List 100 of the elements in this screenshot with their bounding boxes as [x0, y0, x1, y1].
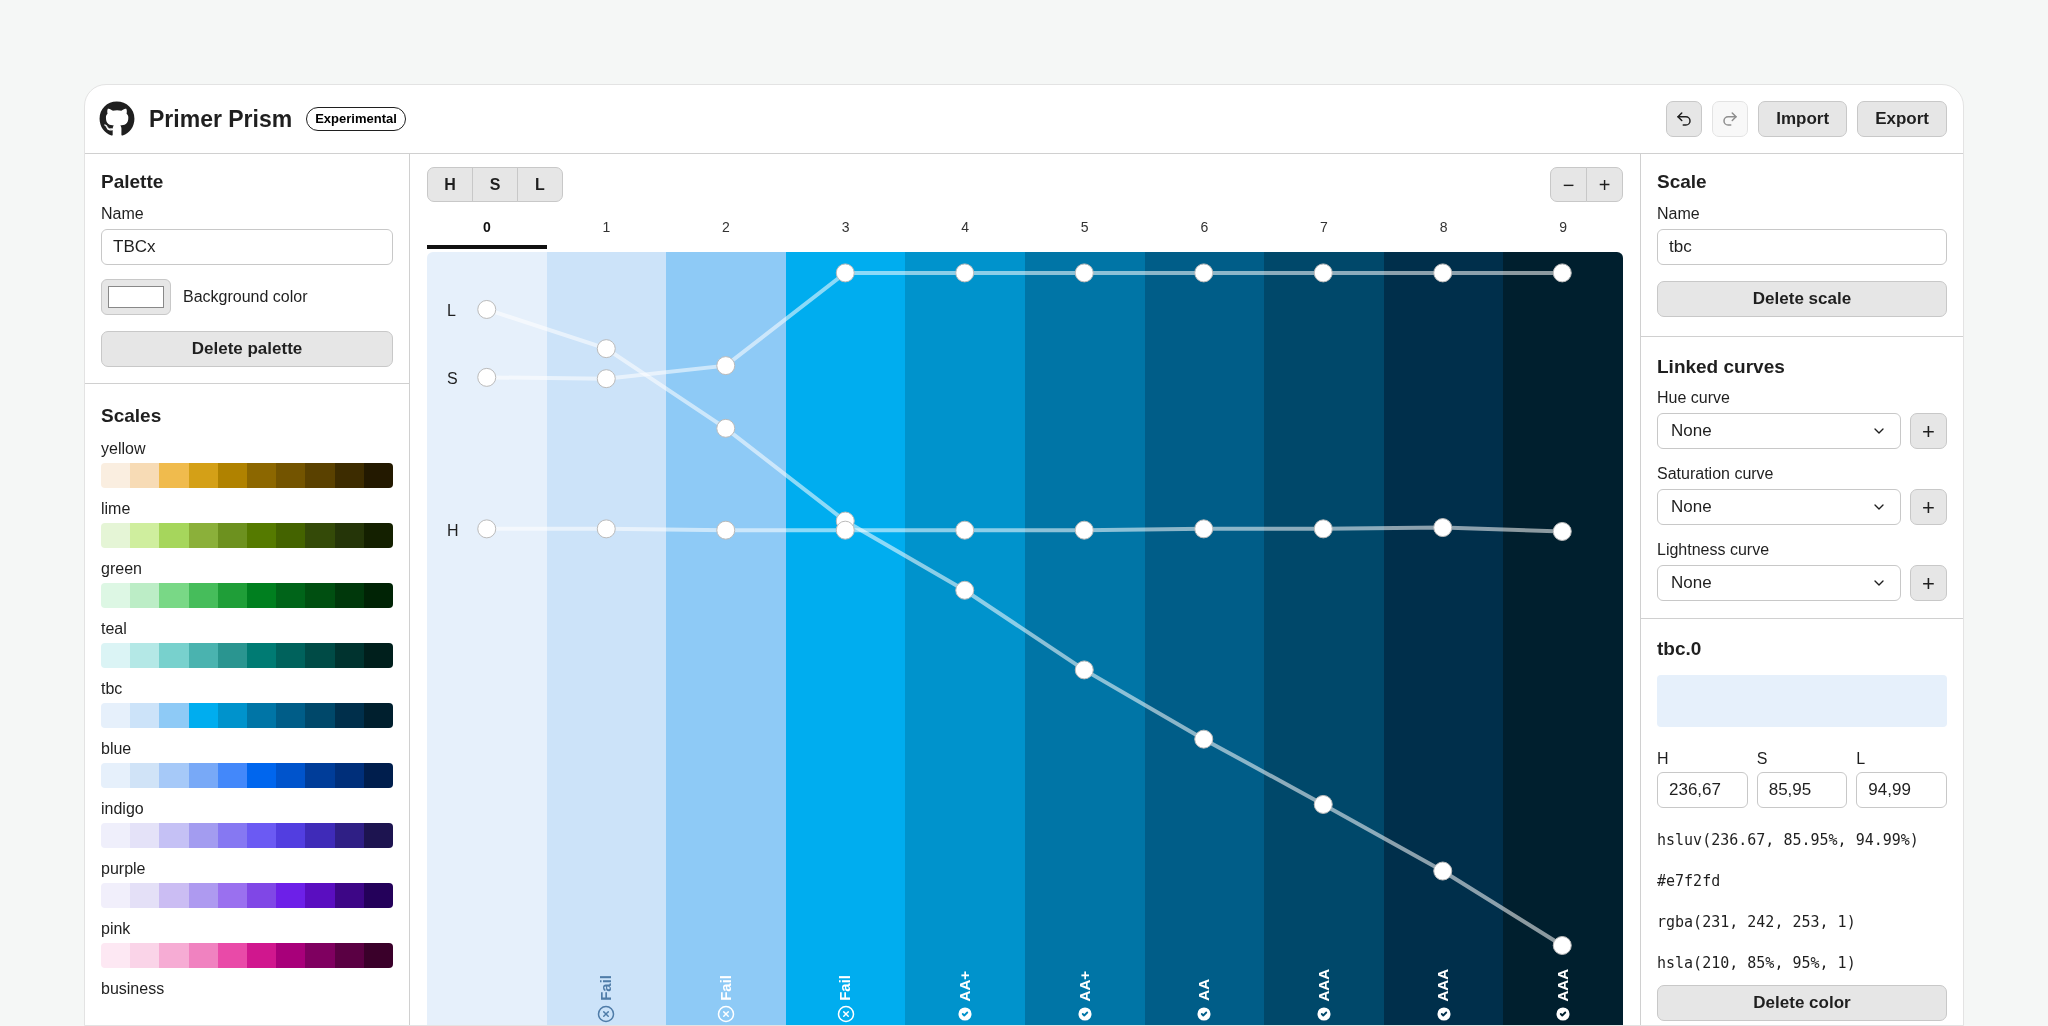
contrast-rating: AAA	[1313, 968, 1333, 1001]
panel-heading: Scales	[101, 404, 163, 428]
check-circle-icon	[956, 1005, 975, 1023]
contrast-rating: AAA	[1433, 968, 1453, 1001]
delete-palette-button[interactable]: Delete palette	[101, 331, 393, 367]
field-label: H	[1657, 749, 1670, 769]
scale-name[interactable]: blue	[101, 739, 393, 759]
redo-icon	[1721, 110, 1740, 128]
app-title: Primer Prism	[149, 104, 293, 134]
color-value-text: rgba(231, 242, 253, 1)	[1657, 912, 1857, 932]
header-button[interactable]: Export	[1857, 101, 1947, 137]
contrast-rating: AA+	[1074, 970, 1094, 1001]
column-tab[interactable]: 8	[1383, 217, 1504, 249]
color-value-text: hsla(210, 85%, 95%, 1)	[1657, 953, 1857, 973]
curve-label: S	[447, 369, 458, 390]
channel-value-field[interactable]: 236,67	[1657, 772, 1748, 808]
scale-name-field[interactable]: tbc	[1657, 229, 1947, 265]
field-label: Hue curve	[1657, 388, 1731, 408]
field-label: Lightness curve	[1657, 540, 1771, 560]
curve-line[interactable]	[477, 263, 1572, 389]
scale-name[interactable]: pink	[101, 919, 393, 939]
panel-heading: tbc.0	[1657, 637, 1703, 661]
check-circle-icon	[1075, 1005, 1094, 1023]
contrast-rating: AA	[1194, 979, 1214, 1001]
x-circle-icon	[717, 1005, 735, 1023]
check-circle-icon	[1554, 1005, 1573, 1023]
color-value-text: hsluv(236.67, 85.95%, 94.99%)	[1657, 830, 1920, 850]
scale-name[interactable]: yellow	[101, 439, 393, 459]
contrast-rating: Fail	[596, 975, 616, 1001]
curve-select[interactable]: None	[1657, 489, 1901, 525]
x-circle-icon	[597, 1005, 616, 1023]
scale-name[interactable]: indigo	[101, 799, 393, 819]
scale-name[interactable]: teal	[101, 619, 393, 639]
scale-swatch-strip[interactable]	[101, 583, 393, 608]
channel-button[interactable]: H	[427, 167, 473, 202]
color-column[interactable]: AA	[1144, 252, 1265, 1025]
channel-button[interactable]: S	[472, 167, 518, 202]
panel-heading: Scale	[1657, 170, 1708, 194]
scale-name[interactable]: lime	[101, 499, 393, 519]
contrast-rating: AAA	[1552, 968, 1572, 1001]
undo-button[interactable]	[1666, 101, 1703, 137]
column-tab[interactable]: 1	[546, 217, 667, 249]
channel-value-field[interactable]: 94,99	[1856, 772, 1947, 808]
column-tab[interactable]: 9	[1503, 217, 1623, 249]
field-label: S	[1756, 749, 1769, 769]
color-column[interactable]: AAA	[1503, 252, 1623, 1025]
add-curve-button[interactable]: +	[1910, 565, 1947, 601]
column-tab[interactable]: 7	[1264, 217, 1384, 249]
add-curve-button[interactable]: +	[1910, 413, 1947, 449]
color-value-text: #e7f2fd	[1657, 871, 1722, 891]
undo-icon	[1675, 110, 1694, 128]
scale-name[interactable]: purple	[101, 859, 393, 879]
color-column[interactable]: AAA	[1264, 252, 1384, 1025]
scale-swatch-strip[interactable]	[101, 823, 393, 848]
channel-value-field[interactable]: 85,95	[1756, 772, 1848, 808]
scale-swatch-strip[interactable]	[101, 943, 393, 968]
color-column[interactable]: AAA	[1383, 252, 1504, 1025]
check-circle-icon	[1314, 1005, 1333, 1023]
column-tab[interactable]: 6	[1144, 217, 1265, 249]
column-tab[interactable]: 2	[666, 217, 786, 249]
column-tab[interactable]: 3	[785, 217, 906, 249]
field-label: Saturation curve	[1657, 464, 1775, 484]
palette-name-field[interactable]: TBCx	[101, 229, 393, 265]
scale-swatch-strip[interactable]	[101, 523, 393, 548]
contrast-rating: Fail	[835, 975, 855, 1001]
x-circle-icon	[836, 1005, 855, 1023]
color-column[interactable]	[427, 252, 547, 1025]
header-button[interactable]: Import	[1758, 101, 1848, 137]
curve-select[interactable]: None	[1657, 413, 1901, 449]
field-label: Name	[101, 204, 145, 224]
zoom-in-button[interactable]: +	[1586, 167, 1623, 202]
column-tab[interactable]: 4	[905, 217, 1025, 249]
panel-heading: Linked curves	[1657, 355, 1786, 379]
scale-swatch-strip[interactable]	[101, 703, 393, 728]
delete-color-button[interactable]: Delete color	[1657, 985, 1947, 1021]
curve-select[interactable]: None	[1657, 565, 1901, 601]
add-curve-button[interactable]: +	[1910, 489, 1947, 525]
check-circle-icon	[1195, 1005, 1214, 1023]
column-tab[interactable]: 5	[1024, 217, 1145, 249]
background-color-swatch[interactable]	[101, 279, 171, 315]
scale-swatch-strip[interactable]	[101, 643, 393, 668]
panel-heading: Palette	[101, 170, 165, 194]
field-label: L	[1856, 749, 1867, 769]
delete-scale-button[interactable]: Delete scale	[1657, 281, 1947, 317]
zoom-out-button[interactable]: −	[1550, 167, 1587, 202]
scale-swatch-strip[interactable]	[101, 883, 393, 908]
scale-name[interactable]: business	[101, 979, 393, 999]
curve-line[interactable]	[477, 518, 1572, 541]
field-label: Background color	[183, 287, 308, 307]
check-circle-icon	[1434, 1005, 1453, 1023]
color-column[interactable]: AA+	[1024, 252, 1145, 1025]
scale-name[interactable]: green	[101, 559, 393, 579]
curve-label: L	[447, 301, 456, 322]
channel-button[interactable]: L	[517, 167, 563, 202]
curve-label: H	[447, 520, 459, 541]
contrast-rating: Fail	[715, 975, 735, 1001]
scale-swatch-strip[interactable]	[101, 463, 393, 488]
scale-name[interactable]: tbc	[101, 679, 393, 699]
scale-swatch-strip[interactable]	[101, 763, 393, 788]
contrast-rating: AA+	[954, 970, 974, 1001]
